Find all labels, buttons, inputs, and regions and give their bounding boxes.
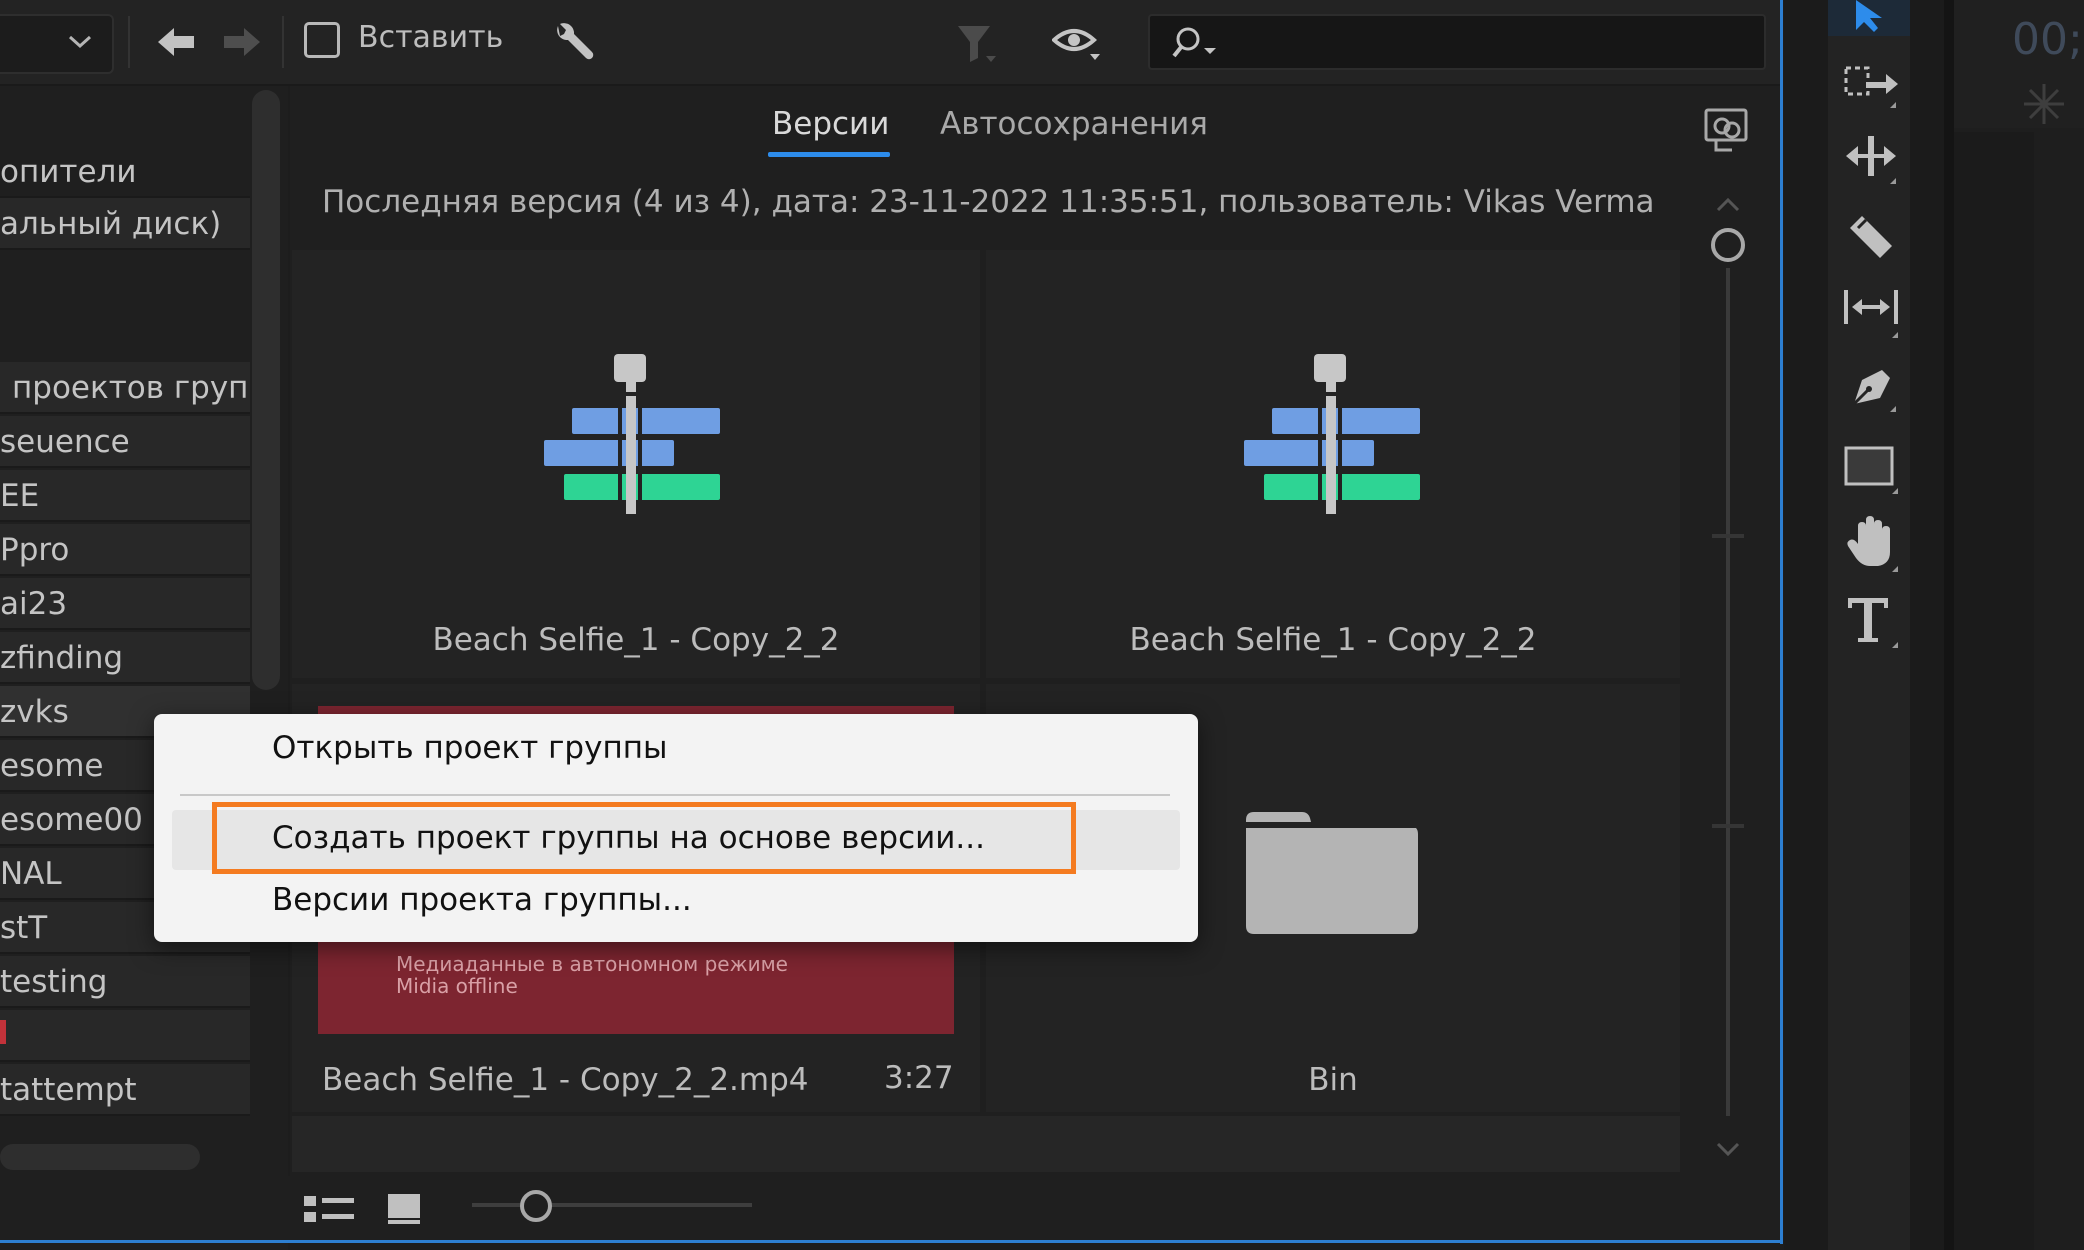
- grid-item[interactable]: Beach Selfie_1 - Copy_2_2: [986, 250, 1680, 678]
- offline-text: Медиаданные в автономном режиме: [396, 952, 788, 976]
- timeline-track-area: [1954, 132, 2034, 1250]
- filter-icon[interactable]: [954, 22, 998, 66]
- list-item[interactable]: testing: [0, 956, 250, 1008]
- menu-item-open-team-project[interactable]: Открыть проект группы: [272, 730, 667, 766]
- grid-item-label: Bin: [1308, 1062, 1358, 1098]
- search-input[interactable]: [1148, 14, 1766, 70]
- version-info-text: Последняя версия (4 из 4), дата: 23-11-2…: [322, 184, 1655, 220]
- active-tab-indicator: [768, 152, 890, 157]
- timecode-display[interactable]: 00;: [2012, 14, 2083, 65]
- list-item[interactable]: ai23: [0, 578, 250, 630]
- thumbnail-size-slider-handle[interactable]: [520, 1190, 552, 1222]
- insert-label: Вставить: [358, 20, 504, 55]
- type-tool-icon[interactable]: [1842, 592, 1902, 652]
- menu-item-team-project-versions[interactable]: Версии проекта группы...: [272, 882, 692, 918]
- error-marker: [0, 1020, 6, 1044]
- sequence-icon: [544, 354, 720, 516]
- wrench-icon[interactable]: [550, 20, 596, 66]
- panel-focus-border: [1780, 0, 1783, 1244]
- tab-versions[interactable]: Версии: [772, 106, 889, 142]
- panel-focus-border: [0, 1240, 1783, 1243]
- folder-icon: [1244, 810, 1420, 936]
- duration-label: 3:27: [884, 1060, 954, 1096]
- compare-versions-icon[interactable]: [1702, 106, 1752, 154]
- insert-checkbox[interactable]: [304, 22, 340, 58]
- list-item[interactable]: опители: [0, 146, 250, 198]
- back-arrow-icon[interactable]: [154, 24, 198, 60]
- list-item[interactable]: [0, 1010, 250, 1062]
- toolbar-divider: [282, 16, 284, 68]
- chevron-down-icon: [66, 32, 94, 52]
- rectangle-tool-icon[interactable]: [1842, 442, 1902, 498]
- zoom-slider-track[interactable]: [1726, 268, 1730, 1116]
- list-item[interactable]: seuence: [0, 416, 250, 468]
- eye-icon[interactable]: [1052, 24, 1102, 64]
- list-item[interactable]: zfinding: [0, 632, 250, 684]
- tab-autosaves[interactable]: Автосохранения: [940, 106, 1208, 142]
- grid-footer: [292, 1116, 1680, 1172]
- toolbar-divider: [128, 16, 130, 68]
- list-item[interactable]: проектов групп: [0, 362, 250, 414]
- chevron-up-icon[interactable]: [1714, 196, 1742, 214]
- grid-item[interactable]: Beach Selfie_1 - Copy_2_2: [292, 250, 980, 678]
- pen-tool-icon[interactable]: [1842, 362, 1902, 418]
- grid-item-label: Beach Selfie_1 - Copy_2_2: [432, 622, 840, 658]
- ripple-edit-tool-icon[interactable]: [1842, 134, 1902, 190]
- razor-tool-icon[interactable]: [1842, 212, 1902, 262]
- hand-tool-icon[interactable]: [1842, 514, 1902, 576]
- grid-item-label: Beach Selfie_1 - Copy_2_2.mp4: [322, 1062, 809, 1098]
- list-item[interactable]: альный диск): [0, 198, 250, 250]
- zoom-slider-handle[interactable]: [1711, 228, 1745, 262]
- left-panel-vertical-scrollbar[interactable]: [252, 90, 280, 690]
- forward-arrow-icon[interactable]: [220, 24, 264, 60]
- left-panel-horizontal-scrollbar[interactable]: [0, 1144, 200, 1170]
- team-projects-list-panel: опители альный диск) проектов групп seue…: [0, 86, 288, 1250]
- panel-divider[interactable]: [1944, 0, 1954, 1250]
- menu-divider: [180, 794, 1170, 796]
- chevron-down-icon[interactable]: [1714, 1140, 1742, 1158]
- list-item[interactable]: EE: [0, 470, 250, 522]
- list-item[interactable]: Ppro: [0, 524, 250, 576]
- sequence-icon: [1244, 354, 1420, 516]
- annotation-highlight-box: [212, 802, 1076, 874]
- offline-text: Midia offline: [396, 974, 518, 998]
- slip-tool-icon[interactable]: [1842, 284, 1902, 344]
- thumbnail-size-slider[interactable]: [472, 1203, 752, 1207]
- list-view-icon[interactable]: [302, 1192, 356, 1226]
- search-icon: [1172, 26, 1228, 62]
- panel-bottom-bar: [0, 1176, 1782, 1240]
- grid-item-label: Beach Selfie_1 - Copy_2_2: [1129, 622, 1537, 658]
- zoom-slider-tick: [1712, 824, 1744, 828]
- track-select-tool-icon[interactable]: [1842, 60, 1902, 114]
- icon-view-icon[interactable]: [386, 1192, 422, 1226]
- snap-icon[interactable]: [2022, 82, 2066, 126]
- selection-tool-icon[interactable]: [1842, 0, 1896, 34]
- zoom-slider-tick: [1712, 534, 1744, 538]
- list-item[interactable]: tattempt: [0, 1064, 250, 1116]
- project-dropdown[interactable]: [0, 14, 114, 74]
